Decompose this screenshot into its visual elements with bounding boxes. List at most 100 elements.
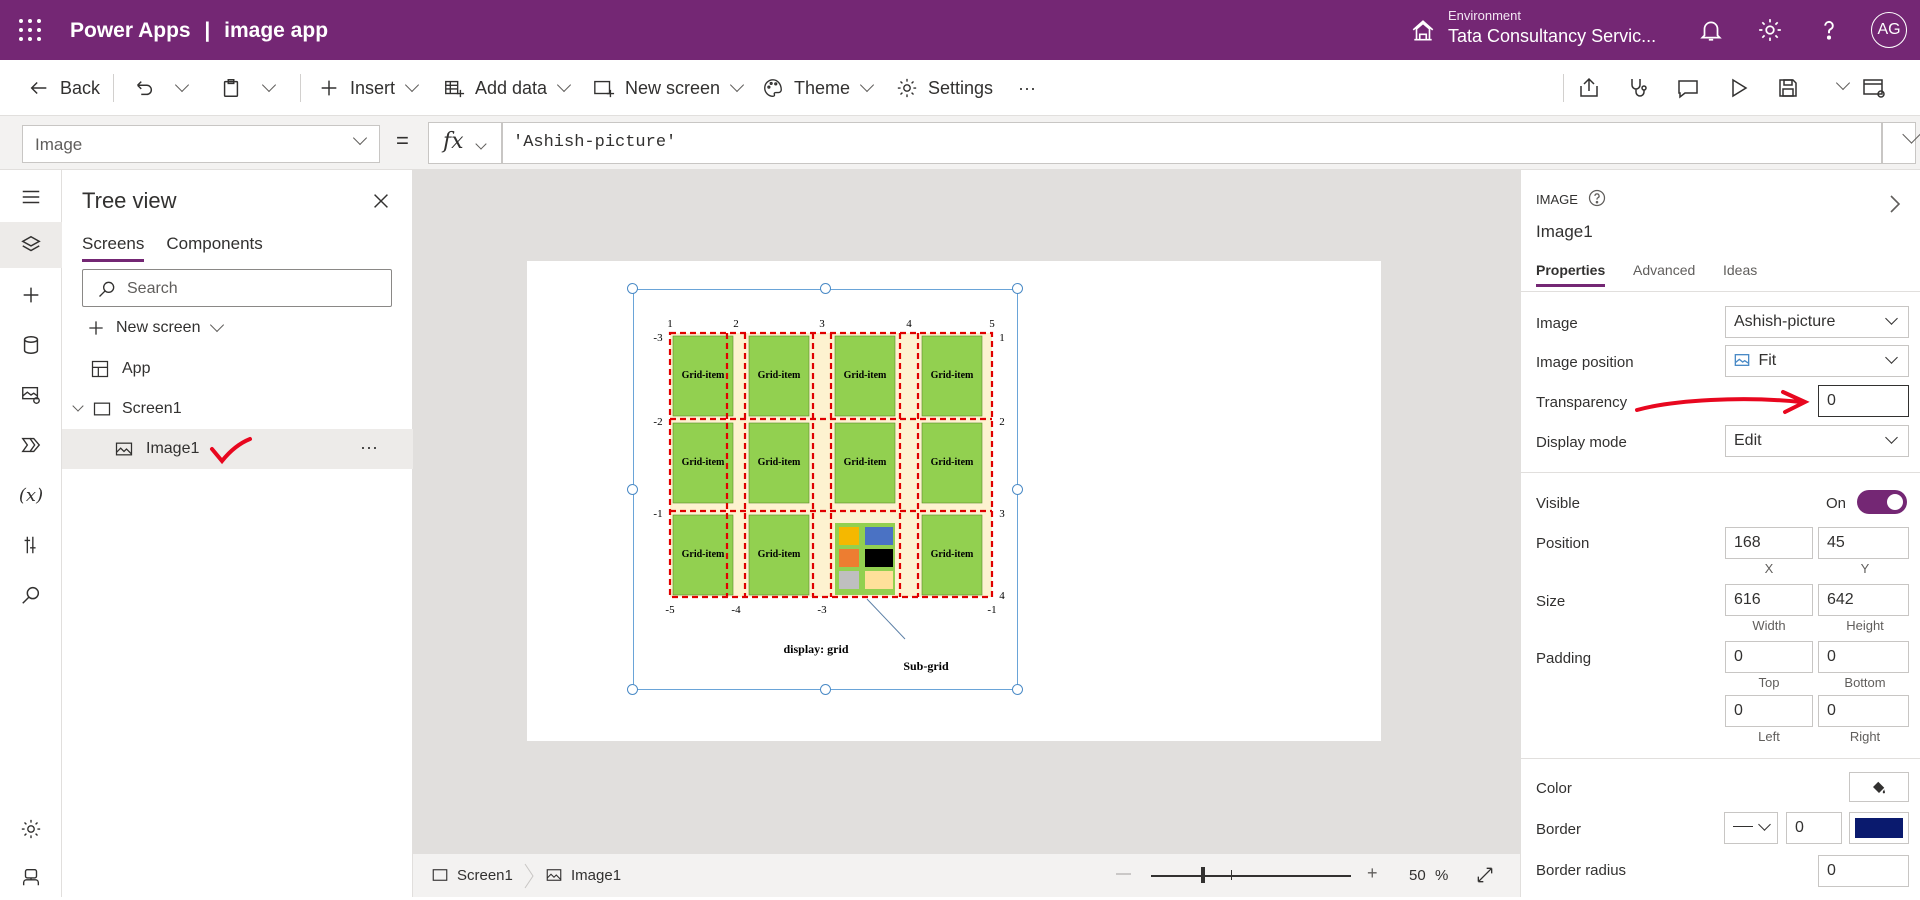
tree-tabs: Screens Components — [82, 234, 263, 262]
help-icon[interactable] — [1587, 188, 1607, 208]
zoom-slider[interactable] — [1151, 875, 1351, 877]
resize-handle[interactable] — [820, 283, 831, 294]
position-x-input[interactable]: 168 — [1725, 527, 1813, 559]
image-dropdown[interactable]: Ashish-picture — [1725, 306, 1909, 338]
media-rail-button[interactable] — [0, 372, 62, 418]
tree-item-app[interactable]: App — [62, 349, 413, 389]
tree-view-button[interactable] — [0, 222, 62, 268]
tab-advanced[interactable]: Advanced — [1633, 262, 1695, 278]
expand-formula-button[interactable] — [1882, 122, 1920, 164]
more-options-button[interactable]: ··· — [360, 437, 378, 458]
new-screen-label: New screen — [625, 77, 721, 98]
display-mode-dropdown[interactable]: Edit — [1725, 425, 1909, 457]
more-commands-button[interactable]: ··· — [1018, 60, 1036, 116]
tab-components[interactable]: Components — [166, 234, 262, 262]
property-dropdown[interactable]: Image — [22, 125, 380, 163]
virtual-agent-rail-button[interactable] — [0, 854, 62, 900]
app-launcher-icon[interactable] — [18, 18, 42, 42]
padding-bottom-input[interactable]: 0 — [1818, 641, 1909, 673]
border-width-input[interactable]: 0 — [1786, 812, 1842, 844]
comments-icon[interactable] — [1676, 76, 1700, 100]
insert-rail-button[interactable] — [0, 272, 62, 318]
gear-icon[interactable] — [1757, 17, 1783, 43]
image-position-value: Fit — [1758, 352, 1777, 369]
zoom-slider-thumb[interactable] — [1201, 867, 1205, 883]
image-position-dropdown[interactable]: Fit — [1725, 345, 1909, 377]
insert-button[interactable]: Insert — [318, 60, 420, 116]
tree-item-screen1[interactable]: Screen1 — [62, 389, 413, 429]
resize-handle[interactable] — [1012, 684, 1023, 695]
border-style-dropdown[interactable] — [1724, 812, 1778, 844]
resize-handle[interactable] — [1012, 283, 1023, 294]
breadcrumb-image1[interactable]: Image1 — [545, 866, 621, 884]
avatar[interactable]: AG — [1871, 12, 1907, 48]
chevron-right-icon[interactable] — [1887, 194, 1903, 214]
tab-properties[interactable]: Properties — [1536, 262, 1606, 287]
divider — [1521, 472, 1920, 473]
help-icon[interactable] — [1816, 17, 1842, 43]
tab-screens[interactable]: Screens — [82, 234, 145, 262]
theme-button[interactable]: Theme — [762, 60, 875, 116]
tree-search-input[interactable]: Search — [82, 269, 392, 307]
tree-view-title: Tree view — [82, 188, 177, 213]
undo-button[interactable] — [133, 60, 190, 116]
resize-handle[interactable] — [1012, 484, 1023, 495]
height-input[interactable]: 642 — [1818, 584, 1909, 616]
image1-selection-box[interactable] — [633, 289, 1018, 690]
chevron-down-icon[interactable] — [72, 400, 84, 412]
padding-left-input[interactable]: 0 — [1725, 695, 1813, 727]
search-rail-button[interactable] — [0, 572, 62, 618]
zoom-out-button[interactable]: — — [1116, 865, 1131, 882]
settings-rail-button[interactable] — [0, 806, 62, 852]
add-data-button[interactable]: Add data — [443, 60, 572, 116]
advanced-tools-rail-button[interactable] — [0, 522, 62, 568]
tab-ideas[interactable]: Ideas — [1723, 262, 1757, 278]
power-automate-rail-button[interactable] — [0, 422, 62, 468]
border-color-picker[interactable] — [1849, 812, 1909, 844]
color-picker[interactable] — [1849, 772, 1909, 802]
zoom-value: 50 — [1409, 867, 1426, 884]
resize-handle[interactable] — [627, 484, 638, 495]
app-checker-icon[interactable] — [1626, 76, 1650, 100]
settings-button[interactable]: Settings — [896, 60, 993, 116]
environment-label: Environment — [1448, 8, 1521, 23]
width-input[interactable]: 616 — [1725, 584, 1813, 616]
save-icon[interactable] — [1776, 76, 1800, 100]
tree-new-screen-button[interactable]: New screen — [86, 317, 225, 338]
formula-input[interactable]: 'Ashish-picture' — [502, 122, 1882, 164]
transparency-input[interactable]: 0 — [1818, 385, 1909, 417]
share-icon[interactable] — [1577, 76, 1601, 100]
padding-top-input[interactable]: 0 — [1725, 641, 1813, 673]
visible-toggle[interactable] — [1857, 490, 1907, 514]
app-header: Power Apps | image app Environment Tata … — [0, 0, 1920, 60]
resize-handle[interactable] — [627, 684, 638, 695]
variables-rail-button[interactable]: (𝑥) — [0, 472, 62, 518]
play-icon[interactable] — [1726, 76, 1750, 100]
tree-item-image1[interactable]: Image1 ··· — [62, 429, 413, 469]
chevron-down-icon[interactable] — [174, 77, 190, 93]
publish-icon[interactable] — [1862, 76, 1886, 100]
divider — [113, 74, 114, 102]
padding-right-input[interactable]: 0 — [1818, 695, 1909, 727]
position-y-input[interactable]: 45 — [1818, 527, 1909, 559]
chevron-down-icon[interactable] — [261, 77, 277, 93]
theme-label: Theme — [794, 77, 851, 98]
menu-button[interactable] — [0, 174, 62, 220]
zoom-in-button[interactable]: + — [1367, 863, 1378, 884]
border-radius-input[interactable]: 0 — [1818, 855, 1909, 887]
resize-handle[interactable] — [820, 684, 831, 695]
fit-to-window-icon[interactable] — [1475, 865, 1495, 885]
chevron-down-icon — [1902, 125, 1920, 144]
new-screen-button[interactable]: New screen — [593, 60, 745, 116]
notifications-icon[interactable] — [1698, 17, 1724, 43]
close-icon[interactable] — [370, 190, 392, 212]
breadcrumb-screen1[interactable]: Screen1 — [431, 866, 513, 884]
back-button[interactable]: Back — [28, 60, 100, 116]
function-button[interactable]: fx — [428, 122, 502, 164]
resize-handle[interactable] — [627, 283, 638, 294]
search-icon — [99, 281, 115, 297]
data-rail-button[interactable] — [0, 322, 62, 368]
chevron-down-icon[interactable] — [1835, 75, 1851, 91]
paste-button[interactable] — [220, 60, 277, 116]
plus-icon — [89, 321, 103, 335]
